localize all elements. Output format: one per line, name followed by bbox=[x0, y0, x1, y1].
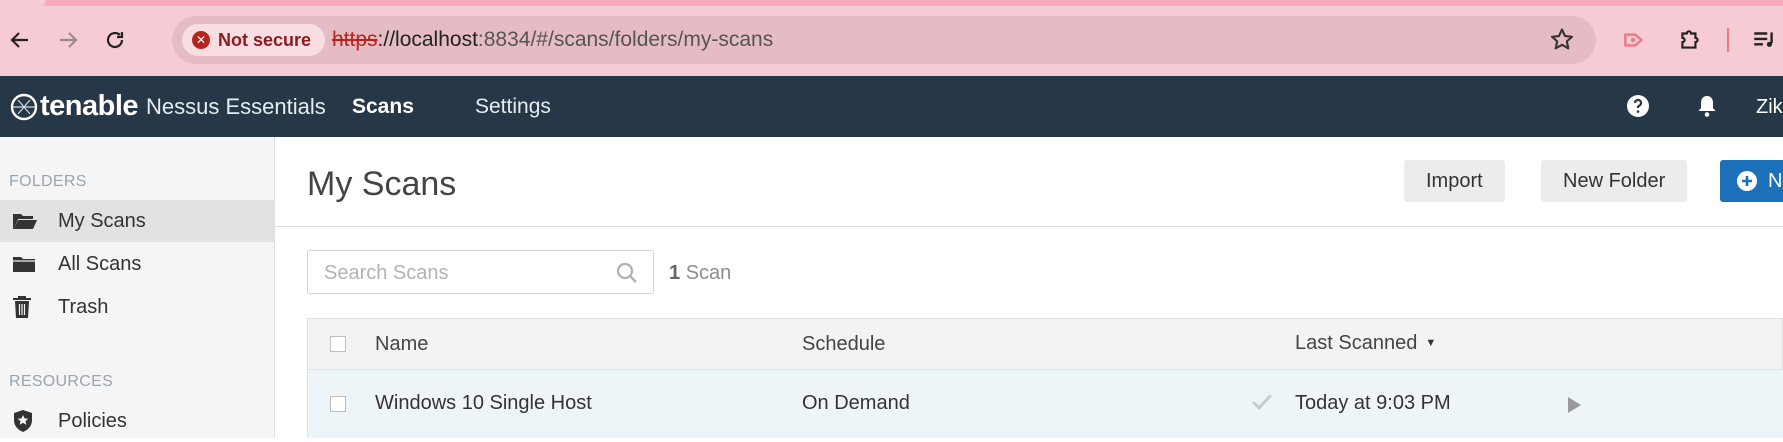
scan-count: 1 Scan bbox=[669, 262, 731, 285]
sidebar-item-policies[interactable]: Policies bbox=[0, 400, 274, 442]
completed-check-icon bbox=[1251, 392, 1273, 417]
bookmark-star-icon[interactable] bbox=[1548, 26, 1576, 54]
scan-count-label: Scan bbox=[685, 262, 732, 284]
sidebar-item-label: My Scans bbox=[58, 209, 146, 232]
security-chip[interactable]: ✕ Not secure bbox=[182, 24, 326, 56]
folders-heading: FOLDERS bbox=[9, 173, 87, 190]
toolbar-separator bbox=[1727, 28, 1729, 52]
folder-open-icon bbox=[12, 209, 42, 233]
plus-circle-icon bbox=[1737, 171, 1757, 191]
arrow-left-icon bbox=[10, 32, 28, 48]
extension-cast-icon[interactable] bbox=[1616, 22, 1652, 58]
sidebar-item-label: Trash bbox=[58, 295, 109, 318]
scan-name[interactable]: Windows 10 Single Host bbox=[375, 392, 592, 415]
tenable-logo[interactable]: tenable Nessus Essentials bbox=[10, 90, 326, 123]
table-header: Name Schedule Last Scanned ▼ bbox=[307, 318, 1783, 370]
sidebar-item-my-scans[interactable]: My Scans bbox=[0, 200, 274, 242]
page-title: My Scans bbox=[307, 165, 457, 203]
scan-last-scanned: Today at 9:03 PM bbox=[1295, 392, 1451, 414]
reload-icon bbox=[106, 31, 124, 49]
forward-button[interactable] bbox=[50, 22, 86, 58]
column-header-name[interactable]: Name bbox=[375, 333, 428, 356]
row-checkbox[interactable] bbox=[330, 396, 346, 412]
url-text[interactable]: https://localhost:8834/#/scans/folders/m… bbox=[332, 28, 773, 52]
search-input[interactable] bbox=[322, 259, 606, 287]
header-divider bbox=[275, 226, 1783, 227]
tenable-logo-mark-icon bbox=[10, 93, 38, 120]
launch-play-icon[interactable] bbox=[1566, 396, 1582, 419]
resources-heading: RESOURCES bbox=[9, 373, 114, 390]
sidebar-item-trash[interactable]: Trash bbox=[0, 286, 274, 328]
reload-button[interactable] bbox=[97, 22, 133, 58]
column-header-schedule[interactable]: Schedule bbox=[802, 333, 885, 356]
table-row[interactable]: Windows 10 Single Host On Demand Today a… bbox=[307, 370, 1783, 438]
sidebar-item-label: All Scans bbox=[58, 252, 142, 275]
policy-shield-icon bbox=[12, 409, 42, 433]
scan-schedule: On Demand bbox=[802, 392, 910, 414]
sidebar-item-label: Policies bbox=[58, 409, 127, 432]
media-queue-icon[interactable] bbox=[1746, 22, 1782, 58]
active-tab-edge bbox=[0, 0, 46, 6]
column-header-label: Last Scanned bbox=[1295, 332, 1418, 354]
nav-settings[interactable]: Settings bbox=[475, 95, 551, 119]
import-button[interactable]: Import bbox=[1404, 160, 1505, 202]
extensions-puzzle-icon[interactable] bbox=[1672, 22, 1708, 58]
search-box[interactable] bbox=[307, 250, 654, 294]
brand-name: tenable bbox=[40, 90, 139, 122]
select-all-checkbox[interactable] bbox=[330, 336, 346, 352]
sort-desc-icon: ▼ bbox=[1425, 337, 1437, 349]
url-host: ://localhost bbox=[377, 28, 478, 51]
notifications-bell-icon[interactable] bbox=[1693, 92, 1721, 120]
trash-icon bbox=[12, 295, 42, 319]
nav-scans[interactable]: Scans bbox=[352, 95, 414, 119]
tab-strip bbox=[0, 0, 1783, 6]
new-scan-button[interactable]: N bbox=[1720, 160, 1783, 202]
url-path: :8834/#/scans/folders/my-scans bbox=[477, 28, 774, 51]
app-header: tenable Nessus Essentials Scans Settings… bbox=[0, 76, 1783, 137]
main-content: My Scans Import New Folder N 1 Scan Name… bbox=[275, 137, 1783, 438]
search-icon[interactable] bbox=[615, 261, 639, 285]
new-scan-label: N bbox=[1768, 169, 1783, 192]
sidebar: FOLDERS My Scans All Scans Trash RESOURC… bbox=[0, 137, 275, 438]
folder-icon bbox=[12, 252, 42, 276]
user-menu[interactable]: Zik bbox=[1756, 96, 1783, 119]
security-chip-label: Not secure bbox=[218, 29, 312, 50]
back-button[interactable] bbox=[2, 22, 38, 58]
arrow-right-icon bbox=[60, 32, 78, 48]
not-secure-icon: ✕ bbox=[192, 31, 210, 49]
browser-toolbar: ✕ Not secure https://localhost:8834/#/sc… bbox=[0, 0, 1783, 76]
help-icon[interactable] bbox=[1624, 92, 1652, 120]
new-folder-button[interactable]: New Folder bbox=[1541, 160, 1688, 202]
address-bar[interactable]: ✕ Not secure https://localhost:8834/#/sc… bbox=[172, 16, 1596, 64]
url-protocol: https bbox=[332, 28, 378, 51]
sidebar-item-all-scans[interactable]: All Scans bbox=[0, 243, 274, 285]
product-name: Nessus Essentials bbox=[146, 93, 326, 119]
column-header-last-scanned[interactable]: Last Scanned ▼ bbox=[1295, 332, 1436, 355]
scan-count-number: 1 bbox=[669, 262, 681, 284]
